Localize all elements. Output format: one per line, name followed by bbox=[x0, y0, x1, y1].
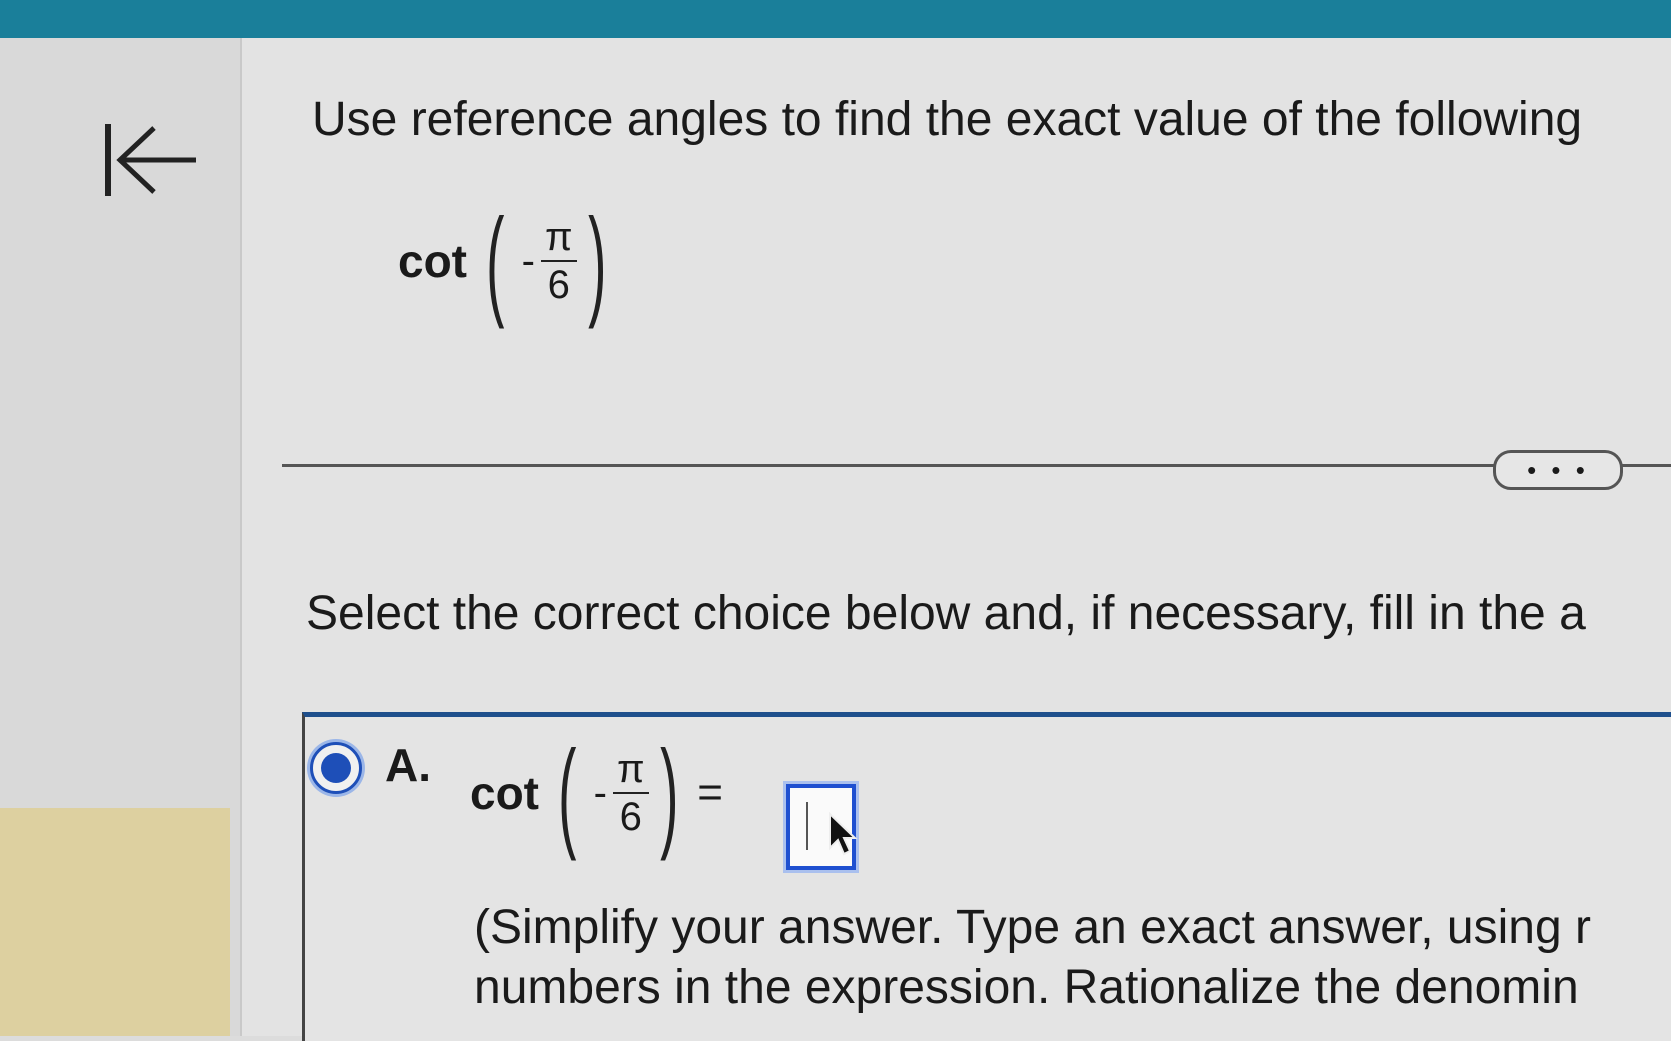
denominator: 6 bbox=[547, 263, 570, 307]
hint-line-2: numbers in the expression. Rationalize t… bbox=[474, 961, 1579, 1014]
fraction: π 6 bbox=[540, 216, 577, 307]
back-arrow-to-start-icon[interactable] bbox=[104, 118, 204, 208]
choice-a-expression: cot ( - π 6 ) = bbox=[470, 732, 733, 854]
fraction: π 6 bbox=[612, 748, 649, 839]
left-paren: ( bbox=[486, 193, 505, 329]
answer-hint: (Simplify your answer. Type an exact ans… bbox=[474, 898, 1591, 1018]
question-prompt: Use reference angles to find the exact v… bbox=[312, 93, 1583, 146]
hint-line-1: (Simplify your answer. Type an exact ans… bbox=[474, 901, 1591, 954]
function-name: cot bbox=[470, 767, 539, 819]
numerator: π bbox=[540, 216, 577, 262]
numerator: π bbox=[612, 748, 649, 794]
right-paren: ) bbox=[659, 725, 679, 861]
choice-a-radio[interactable] bbox=[310, 742, 362, 794]
right-paren: ) bbox=[587, 193, 607, 329]
text-caret bbox=[806, 802, 808, 850]
mouse-pointer-icon bbox=[829, 812, 858, 856]
section-divider bbox=[282, 464, 1671, 467]
equals-sign: = bbox=[697, 768, 723, 817]
denominator: 6 bbox=[619, 795, 642, 839]
left-paren: ( bbox=[558, 725, 577, 861]
question-expression: cot ( - π 6 ) bbox=[398, 200, 617, 322]
sign: - bbox=[593, 770, 607, 815]
left-pane-highlight bbox=[0, 808, 230, 1036]
choice-a-label: A. bbox=[385, 739, 431, 791]
instruction-text: Select the correct choice below and, if … bbox=[306, 587, 1586, 640]
function-name: cot bbox=[398, 235, 467, 287]
more-options-button[interactable]: • • • bbox=[1493, 450, 1623, 490]
sign: - bbox=[521, 238, 535, 283]
